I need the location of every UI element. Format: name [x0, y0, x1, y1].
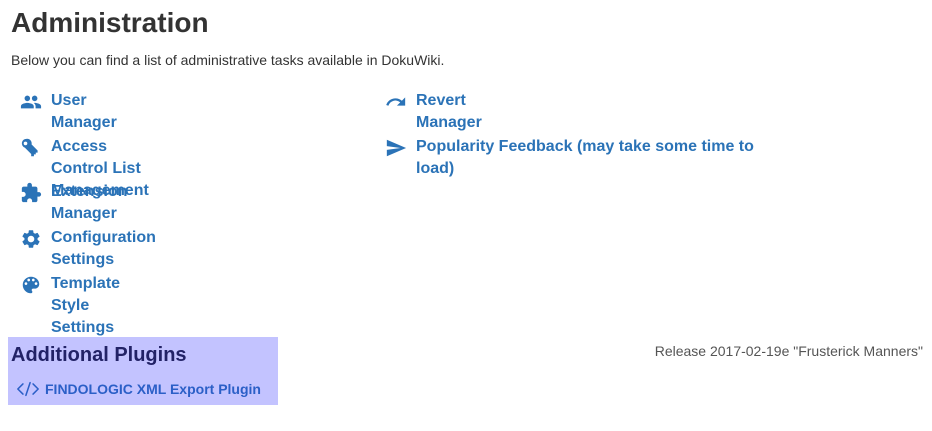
- page-intro: Below you can find a list of administrat…: [11, 52, 445, 68]
- findologic-plugin-link[interactable]: FINDOLOGIC XML Export Plugin: [17, 381, 261, 397]
- popularity-feedback-line1: Popularity Feedback (may take some time …: [416, 138, 754, 155]
- popularity-feedback-label: Popularity Feedback (may take some time …: [416, 136, 754, 180]
- findologic-plugin-label: FINDOLOGIC XML Export Plugin: [45, 381, 261, 397]
- undo-icon: [384, 90, 408, 114]
- puzzle-icon: [19, 181, 43, 205]
- configuration-settings-link[interactable]: Configuration Settings: [19, 227, 156, 271]
- popularity-feedback-link[interactable]: Popularity Feedback (may take some time …: [384, 136, 764, 180]
- palette-icon: [19, 273, 43, 297]
- users-icon: [19, 90, 43, 114]
- template-style-settings-link[interactable]: Template Style Settings: [19, 273, 120, 339]
- send-icon: [384, 136, 408, 160]
- gear-icon: [19, 227, 43, 251]
- admin-page: Administration Below you can find a list…: [0, 0, 932, 431]
- user-manager-label: User Manager: [51, 92, 117, 131]
- release-version: Release 2017-02-19e "Frusterick Manners": [654, 343, 923, 359]
- user-manager-link[interactable]: User Manager: [19, 90, 117, 134]
- page-title: Administration: [11, 7, 209, 38]
- revert-manager-link[interactable]: Revert Manager: [384, 90, 482, 134]
- extension-manager-label: Extension Manager: [51, 183, 128, 222]
- template-style-settings-label: Template Style Settings: [51, 275, 121, 336]
- revert-manager-label: Revert Manager: [416, 92, 482, 131]
- configuration-settings-label: Configuration Settings: [51, 229, 156, 268]
- extension-manager-link[interactable]: Extension Manager: [19, 181, 127, 225]
- code-icon: [17, 381, 39, 397]
- additional-plugins-panel: Additional Plugins FINDOLOGIC XML Export…: [8, 337, 278, 405]
- popularity-feedback-line2: load): [416, 160, 455, 177]
- additional-plugins-heading: Additional Plugins: [11, 344, 187, 366]
- key-icon: [19, 136, 43, 160]
